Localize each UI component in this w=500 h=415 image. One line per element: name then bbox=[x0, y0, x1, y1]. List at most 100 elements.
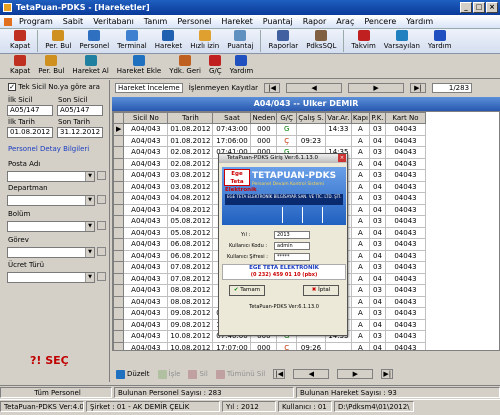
table-row[interactable]: A04/043 10.08.2012 17:07:00 000 Ç 09:26 A 04 040… bbox=[113, 341, 426, 350]
ilk-tarih-input[interactable]: 01.08.2012 bbox=[7, 127, 53, 138]
ucret-check[interactable] bbox=[97, 272, 106, 281]
brand-title: TETAPUAN-PDKS bbox=[252, 171, 337, 181]
menu-0[interactable]: Program bbox=[14, 17, 58, 26]
tek-sicil-row[interactable]: ✓ Tek Sicil No.ya göre ara bbox=[8, 83, 100, 91]
toolbar1-button-7[interactable]: Raporlar bbox=[264, 29, 302, 50]
toolbar1-button-3[interactable]: Terminal bbox=[113, 29, 151, 50]
son-tarih-input[interactable]: 31.12.2012 bbox=[57, 127, 103, 138]
table-cell: A bbox=[350, 215, 370, 228]
maximize-button[interactable]: □ bbox=[473, 2, 485, 13]
tab-islenmeyen[interactable]: İşlenmeyen Kayıtlar bbox=[189, 84, 258, 92]
personel-detay-link[interactable]: Personel Detay Bilgileri bbox=[8, 145, 89, 153]
column-header[interactable]: Kart No bbox=[384, 112, 426, 124]
posta-check[interactable] bbox=[97, 171, 106, 180]
menu-2[interactable]: Veritabanı bbox=[88, 17, 139, 26]
table-cell: 01.08.2012 bbox=[167, 123, 214, 136]
ucret-select[interactable]: ▼ bbox=[7, 272, 95, 283]
sec-button[interactable]: ?! SEÇ bbox=[30, 354, 69, 367]
row-indicator bbox=[113, 318, 125, 331]
table-cell: A bbox=[350, 272, 370, 285]
column-header[interactable]: Var.Ar. bbox=[324, 112, 352, 124]
menu-10[interactable]: Yardım bbox=[401, 17, 438, 26]
inout-icon bbox=[209, 55, 222, 66]
departman-select[interactable]: ▼ bbox=[7, 195, 95, 206]
nav-prev-button[interactable]: ◀ bbox=[293, 369, 330, 379]
column-header[interactable]: Çalış S. bbox=[296, 112, 326, 124]
menu-4[interactable]: Personel bbox=[172, 17, 216, 26]
yil-input[interactable]: 2013 bbox=[274, 231, 310, 239]
table-cell: 10.08.2012 bbox=[167, 330, 214, 343]
toolbar1-button-10[interactable]: Varsayılan bbox=[380, 29, 424, 50]
sil-button[interactable]: Sil bbox=[188, 369, 208, 379]
toolbar1-button-4[interactable]: Hareket bbox=[151, 29, 186, 50]
bolum-select[interactable]: ▼ bbox=[7, 221, 95, 232]
toolbar2-button-5[interactable]: G/Ç bbox=[205, 54, 226, 75]
table-row[interactable]: A04/043 01.08.2012 17:06:00 000 Ç 09:23 A 04 040… bbox=[113, 134, 426, 147]
menu-5[interactable]: Hareket bbox=[216, 17, 257, 26]
toolbar1-button-1[interactable]: Per. Bul bbox=[41, 29, 75, 50]
column-header[interactable]: Tarih bbox=[167, 112, 214, 124]
close-button[interactable]: × bbox=[486, 2, 498, 13]
table-cell: 04043 bbox=[384, 146, 426, 159]
toolbar2-button-0[interactable]: Kapat bbox=[6, 54, 34, 75]
last-record-button[interactable]: ▶| bbox=[410, 83, 427, 93]
toolbar2-button-4[interactable]: Ydk. Geri bbox=[165, 54, 205, 75]
tek-sicil-checkbox[interactable]: ✓ bbox=[8, 83, 16, 91]
next-record-button[interactable]: ▶ bbox=[348, 83, 405, 93]
column-header[interactable]: Kapı bbox=[350, 112, 370, 124]
column-header[interactable]: Saat bbox=[212, 112, 252, 124]
column-header[interactable]: P.K. bbox=[368, 112, 386, 124]
prev-record-button[interactable]: ◀ bbox=[286, 83, 343, 93]
first-record-button[interactable]: |◀ bbox=[264, 83, 281, 93]
nav-first-button[interactable]: |◀ bbox=[273, 369, 286, 379]
table-row[interactable]: ▶ A04/043 01.08.2012 07:43:00 000 G 14:33 A 03 04… bbox=[113, 123, 426, 136]
toolbar1-button-5[interactable]: Hızlı izin bbox=[186, 29, 223, 50]
dialog-close-button[interactable]: × bbox=[338, 154, 346, 162]
toolbar1-button-2[interactable]: Personel bbox=[75, 29, 113, 50]
menu-6[interactable]: Puantaj bbox=[258, 17, 298, 26]
toolbar1-button-8[interactable]: PdksSQL bbox=[302, 29, 340, 50]
column-header[interactable]: Sicil No bbox=[123, 112, 169, 124]
toolbar1-button-9[interactable]: Takvim bbox=[347, 29, 379, 50]
toolbar1-button-11[interactable]: Yardım bbox=[424, 29, 456, 50]
menu-8[interactable]: Araç bbox=[331, 17, 359, 26]
column-header[interactable]: Neden bbox=[250, 112, 278, 124]
bolum-check[interactable] bbox=[97, 221, 106, 230]
tamam-button[interactable]: ✔ Tamam bbox=[229, 285, 265, 296]
minimize-button[interactable]: _ bbox=[460, 2, 472, 13]
gorev-check[interactable] bbox=[97, 247, 106, 256]
departman-check[interactable] bbox=[97, 195, 106, 204]
tab-hareket-inceleme[interactable]: Hareket İnceleme bbox=[115, 83, 183, 93]
son-sicil-input[interactable]: A05/147 bbox=[57, 105, 103, 116]
leave-icon bbox=[198, 30, 211, 41]
kullanici-input[interactable]: admin bbox=[274, 242, 310, 250]
nav-next-button[interactable]: ▶ bbox=[337, 369, 374, 379]
duzelt-button[interactable]: Düzelt bbox=[116, 369, 150, 379]
column-header[interactable]: G/Ç bbox=[276, 112, 298, 124]
table-cell: 04 bbox=[368, 157, 386, 170]
sifre-input[interactable]: ***** bbox=[274, 253, 310, 261]
toolbar2-button-2[interactable]: Hareket Al bbox=[68, 54, 112, 75]
table-cell: 04 bbox=[368, 180, 386, 193]
menu-9[interactable]: Pencere bbox=[359, 17, 401, 26]
table-cell: A bbox=[350, 134, 370, 147]
tumunu-sil-button[interactable]: Tümünü Sil bbox=[215, 369, 265, 379]
toolbar2-button-6[interactable]: Yardım bbox=[226, 54, 258, 75]
ilk-sicil-input[interactable]: A05/147 bbox=[7, 105, 53, 116]
all-personnel-button[interactable]: Tüm Personel bbox=[0, 387, 112, 398]
iptal-button[interactable]: ✖ İptal bbox=[303, 285, 339, 296]
menu-3[interactable]: Tanım bbox=[139, 17, 173, 26]
isle-button[interactable]: İşle bbox=[157, 369, 180, 379]
toolbar2-button-1[interactable]: Per. Bul bbox=[34, 54, 68, 75]
table-cell: 03 bbox=[368, 169, 386, 182]
posta-select[interactable]: ▼ bbox=[7, 171, 95, 182]
toolbar1-button-0[interactable]: Kapat bbox=[6, 29, 34, 50]
table-cell: 08.08.2012 bbox=[167, 295, 214, 308]
toolbar1-button-6[interactable]: Puantaj bbox=[223, 29, 257, 50]
nav-last-button[interactable]: ▶| bbox=[381, 369, 394, 379]
menu-7[interactable]: Rapor bbox=[298, 17, 332, 26]
menu-1[interactable]: Sabit bbox=[58, 17, 88, 26]
gorev-select[interactable]: ▼ bbox=[7, 247, 95, 258]
grid-actions: Düzelt İşle Sil Tümünü Sil |◀ ◀ ▶ ▶| bbox=[112, 366, 500, 382]
toolbar2-button-3[interactable]: Hareket Ekle bbox=[113, 54, 165, 75]
